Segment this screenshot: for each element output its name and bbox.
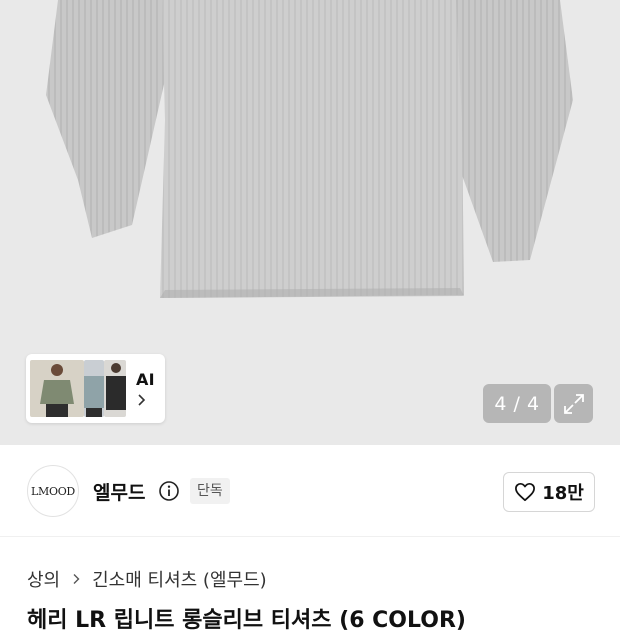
model-thumbnail — [104, 360, 126, 417]
model-thumbnail — [84, 360, 104, 417]
expand-button[interactable] — [554, 384, 593, 423]
heart-icon — [515, 482, 536, 502]
breadcrumb-item[interactable]: 긴소매 티셔츠 (엘무드) — [92, 566, 267, 592]
divider — [0, 536, 620, 537]
brand-name[interactable]: 엘무드 — [93, 478, 145, 505]
ai-recommend-card[interactable]: AI — [26, 354, 165, 423]
ai-label: AI — [136, 370, 155, 389]
info-icon[interactable] — [158, 480, 180, 502]
expand-icon — [563, 393, 584, 414]
breadcrumb: 상의 긴소매 티셔츠 (엘무드) — [27, 566, 267, 592]
like-button[interactable]: 18만 — [503, 472, 595, 512]
model-thumbnail — [30, 360, 84, 417]
chevron-right-icon — [138, 394, 146, 406]
brand-logo[interactable]: LMOOD — [27, 465, 79, 517]
product-image-carousel[interactable]: AI 4 / 4 — [0, 0, 620, 445]
like-count: 18만 — [542, 483, 584, 504]
chevron-right-icon — [73, 574, 80, 584]
brand-logo-text: LMOOD — [31, 484, 75, 498]
exclusive-badge: 단독 — [190, 478, 230, 504]
image-counter: 4 / 4 — [483, 384, 551, 423]
breadcrumb-item[interactable]: 상의 — [27, 566, 60, 592]
product-title: 헤리 LR 립니트 롱슬리브 티셔츠 (6 COLOR) — [27, 608, 466, 633]
